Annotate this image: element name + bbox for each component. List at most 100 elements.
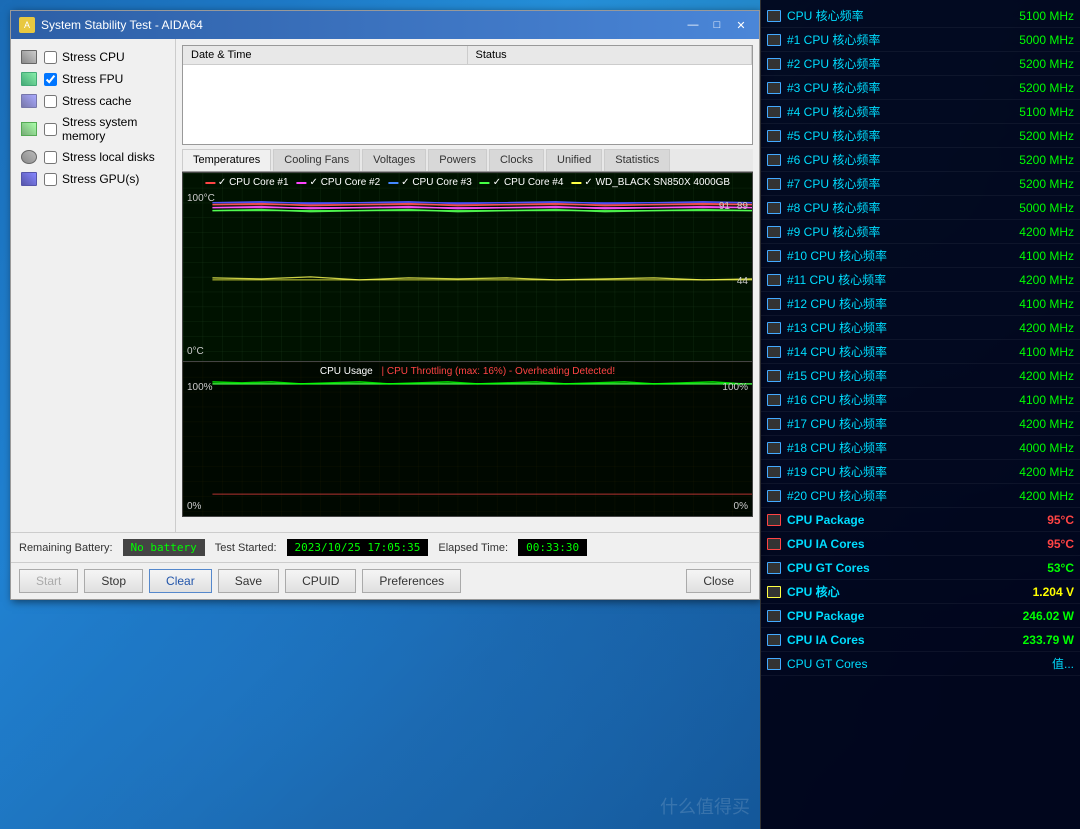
temp-chart-val91: 91 [719,201,730,212]
maximize-button[interactable]: □ [707,16,727,34]
stat-name-8: #8 CPU 核心频率 [787,199,974,216]
close-button[interactable]: Close [686,569,751,593]
stress-memory-label[interactable]: Stress system memory [62,115,167,143]
stat-icon-11 [767,274,781,286]
stress-fpu-checkbox[interactable] [44,73,57,86]
stat-icon-25 [767,610,781,622]
stress-cache-checkbox[interactable] [44,95,57,108]
stat-value-13: 4200 MHz [974,321,1074,335]
stress-gpu-checkbox[interactable] [44,173,57,186]
legend-label-core4: ✓ CPU Core #4 [493,177,564,188]
stat-row-23: CPU GT Cores53°C [761,556,1080,580]
stat-row-26: CPU IA Cores233.79 W [761,628,1080,652]
stat-value-20: 4200 MHz [974,489,1074,503]
stat-row-21: CPU Package95°C [761,508,1080,532]
temp-chart-val44: 44 [737,276,748,287]
tab-clocks[interactable]: Clocks [489,149,544,171]
stat-icon-12 [767,298,781,310]
stat-row-11: #11 CPU 核心频率4200 MHz [761,268,1080,292]
legend-color-core2 [297,182,307,184]
stress-disks-label[interactable]: Stress local disks [62,150,155,164]
stat-value-11: 4200 MHz [974,273,1074,287]
stat-value-6: 5200 MHz [974,153,1074,167]
stat-value-23: 53°C [974,561,1074,575]
stat-name-9: #9 CPU 核心频率 [787,223,974,240]
stress-fpu-label[interactable]: Stress FPU [62,72,123,86]
battery-value: No battery [123,539,205,556]
stress-cpu-item: Stress CPU [19,47,167,67]
status-bar: Remaining Battery: No battery Test Start… [11,532,759,562]
tab-unified[interactable]: Unified [546,149,602,171]
stress-memory-checkbox[interactable] [44,123,57,136]
start-button[interactable]: Start [19,569,78,593]
stat-icon-9 [767,226,781,238]
cpu-usage-label: CPU Usage [320,366,373,377]
stat-row-20: #20 CPU 核心频率4200 MHz [761,484,1080,508]
stat-value-17: 4200 MHz [974,417,1074,431]
cpu-usage-chart: CPU Usage | CPU Throttling (max: 16%) - … [182,362,753,517]
stat-name-10: #10 CPU 核心频率 [787,247,974,264]
temp-chart-ymin: 0°C [187,346,204,357]
stress-cpu-label[interactable]: Stress CPU [62,50,125,64]
minimize-button[interactable]: — [683,16,703,34]
stat-name-0: CPU 核心频率 [787,7,974,24]
stat-name-15: #15 CPU 核心频率 [787,367,974,384]
stat-name-19: #19 CPU 核心频率 [787,463,974,480]
cpu-chart-0-left: 0% [187,501,201,512]
legend-label-core2: ✓ CPU Core #2 [310,177,381,188]
chart-legend: ✓ CPU Core #1 ✓ CPU Core #2 ✓ CPU Core #… [205,177,730,188]
stat-value-25: 246.02 W [974,609,1074,623]
tab-cooling-fans[interactable]: Cooling Fans [273,149,360,171]
legend-ssd: ✓ WD_BLACK SN850X 4000GB [571,177,730,188]
watermark: 什么值得买 [660,793,750,819]
stat-row-5: #5 CPU 核心频率5200 MHz [761,124,1080,148]
stat-name-4: #4 CPU 核心频率 [787,103,974,120]
stress-memory-item: Stress system memory [19,113,167,145]
cpu-chart-svg [183,362,752,516]
stress-gpu-label[interactable]: Stress GPU(s) [62,172,139,186]
stat-value-9: 4200 MHz [974,225,1074,239]
stress-cache-label[interactable]: Stress cache [62,94,131,108]
stat-value-19: 4200 MHz [974,465,1074,479]
stat-icon-17 [767,418,781,430]
stress-cpu-checkbox[interactable] [44,51,57,64]
cpuid-button[interactable]: CPUID [285,569,356,593]
stat-row-22: CPU IA Cores95°C [761,532,1080,556]
tab-temperatures[interactable]: Temperatures [182,149,271,171]
stat-name-11: #11 CPU 核心频率 [787,271,974,288]
legend-label-core3: ✓ CPU Core #3 [401,177,472,188]
tab-statistics[interactable]: Statistics [604,149,670,171]
stat-name-21: CPU Package [787,513,974,527]
stress-disks-checkbox[interactable] [44,151,57,164]
stat-name-14: #14 CPU 核心频率 [787,343,974,360]
temp-chart-val89: 89 [737,201,748,212]
legend-color-ssd [571,182,581,184]
close-window-button[interactable]: ✕ [731,16,751,34]
preferences-button[interactable]: Preferences [362,569,461,593]
save-button[interactable]: Save [218,569,279,593]
stat-name-24: CPU 核心 [787,583,974,600]
stat-row-18: #18 CPU 核心频率4000 MHz [761,436,1080,460]
tab-voltages[interactable]: Voltages [362,149,426,171]
stat-name-7: #7 CPU 核心频率 [787,175,974,192]
stat-row-27: CPU GT Cores值... [761,652,1080,676]
stat-value-14: 4100 MHz [974,345,1074,359]
stop-button[interactable]: Stop [84,569,143,593]
stat-value-3: 5200 MHz [974,81,1074,95]
tab-powers[interactable]: Powers [428,149,487,171]
stat-name-2: #2 CPU 核心频率 [787,55,974,72]
stat-icon-1 [767,34,781,46]
stat-icon-21 [767,514,781,526]
temp-chart-ymax: 100°C [187,193,215,204]
chart-area: ✓ CPU Core #1 ✓ CPU Core #2 ✓ CPU Core #… [182,172,753,526]
stat-row-24: CPU 核心1.204 V [761,580,1080,604]
legend-core4: ✓ CPU Core #4 [480,177,564,188]
stat-name-27: CPU GT Cores [787,657,974,671]
stat-row-25: CPU Package246.02 W [761,604,1080,628]
clear-button[interactable]: Clear [149,569,212,593]
stat-row-12: #12 CPU 核心频率4100 MHz [761,292,1080,316]
stat-row-9: #9 CPU 核心频率4200 MHz [761,220,1080,244]
disk-icon [19,149,39,165]
temperature-chart: ✓ CPU Core #1 ✓ CPU Core #2 ✓ CPU Core #… [182,172,753,362]
stress-gpu-item: Stress GPU(s) [19,169,167,189]
